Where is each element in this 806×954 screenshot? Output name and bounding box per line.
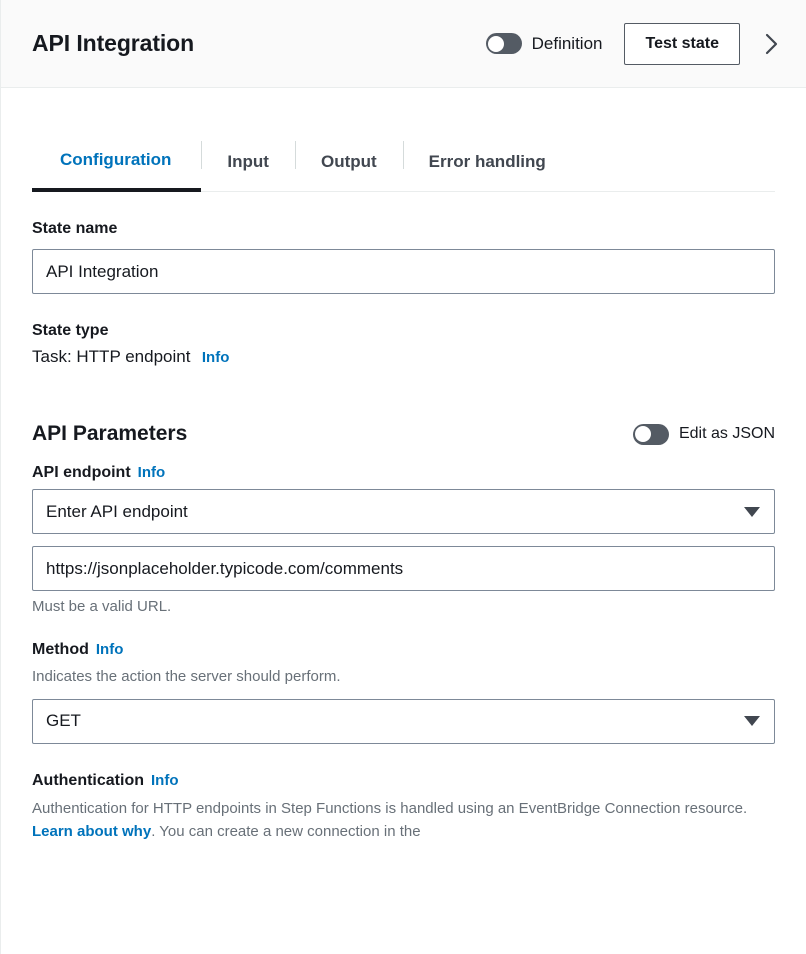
state-type-info-link[interactable]: Info bbox=[202, 349, 230, 366]
panel-body: Configuration Input Output Error handlin… bbox=[1, 132, 806, 843]
api-endpoint-field: API endpoint Info Enter API endpoint bbox=[32, 464, 775, 534]
definition-toggle-knob bbox=[488, 35, 505, 52]
authentication-description: Authentication for HTTP endpoints in Ste… bbox=[32, 797, 775, 844]
state-name-input[interactable] bbox=[32, 249, 775, 294]
authentication-label-row: Authentication Info bbox=[32, 772, 775, 790]
method-select[interactable]: GET bbox=[32, 698, 775, 744]
panel-header: API Integration Definition Test state bbox=[1, 0, 806, 88]
method-label-row: Method Info bbox=[32, 641, 775, 659]
api-endpoint-label-row: API endpoint Info bbox=[32, 464, 775, 482]
tab-configuration[interactable]: Configuration bbox=[32, 132, 202, 192]
authentication-info-link[interactable]: Info bbox=[151, 772, 179, 789]
learn-about-why-link[interactable]: Learn about why bbox=[32, 823, 151, 840]
api-parameters-header: API Parameters Edit as JSON bbox=[32, 422, 775, 446]
state-details-panel: API Integration Definition Test state Co… bbox=[0, 0, 806, 954]
authentication-label: Authentication bbox=[32, 771, 144, 789]
method-select-value: GET bbox=[46, 711, 81, 731]
edit-as-json-toggle[interactable] bbox=[632, 423, 669, 445]
api-endpoint-url-input[interactable] bbox=[32, 546, 775, 591]
state-name-field: State name bbox=[32, 220, 775, 294]
api-endpoint-select[interactable]: Enter API endpoint bbox=[32, 489, 775, 534]
state-type-value: Task: HTTP endpoint bbox=[32, 347, 191, 366]
state-type-field: State type Task: HTTP endpoint Info bbox=[32, 322, 775, 367]
api-endpoint-url-hint: Must be a valid URL. bbox=[32, 598, 172, 615]
api-parameters-title: API Parameters bbox=[32, 422, 188, 445]
api-endpoint-url-field: Must be a valid URL. bbox=[32, 546, 775, 615]
edit-as-json-toggle-knob bbox=[635, 426, 652, 442]
definition-toggle-label: Definition bbox=[531, 33, 603, 53]
state-type-value-row: Task: HTTP endpoint Info bbox=[32, 347, 775, 367]
method-field: Method Info Indicates the action the serv… bbox=[32, 641, 775, 744]
tab-input[interactable]: Input bbox=[201, 132, 295, 191]
definition-toggle-group: Definition bbox=[485, 33, 603, 54]
tab-bar: Configuration Input Output Error handlin… bbox=[32, 132, 775, 192]
method-label: Method bbox=[32, 641, 89, 658]
method-info-link[interactable]: Info bbox=[96, 641, 124, 658]
api-endpoint-select-value: Enter API endpoint bbox=[46, 501, 188, 521]
method-select-wrap: GET bbox=[32, 698, 775, 744]
tab-output[interactable]: Output bbox=[294, 132, 403, 191]
api-endpoint-info-link[interactable]: Info bbox=[138, 464, 166, 481]
page-title: API Integration bbox=[32, 30, 195, 56]
api-endpoint-select-wrap: Enter API endpoint bbox=[32, 489, 775, 534]
authentication-description-part2: . You can create a new connection in the bbox=[151, 823, 421, 840]
edit-as-json-toggle-group: Edit as JSON bbox=[632, 423, 775, 445]
state-type-label: State type bbox=[32, 322, 109, 339]
method-description: Indicates the action the server should p… bbox=[32, 668, 341, 685]
tab-error-handling[interactable]: Error handling bbox=[402, 132, 572, 191]
api-endpoint-label: API endpoint bbox=[32, 464, 131, 481]
authentication-description-part1: Authentication for HTTP endpoints in Ste… bbox=[32, 799, 748, 817]
authentication-field: Authentication Info Authentication for HT… bbox=[32, 772, 775, 844]
edit-as-json-label: Edit as JSON bbox=[678, 425, 775, 442]
chevron-right-icon[interactable] bbox=[754, 27, 788, 61]
definition-toggle[interactable] bbox=[485, 33, 522, 54]
test-state-button[interactable]: Test state bbox=[624, 22, 740, 65]
state-name-label: State name bbox=[32, 220, 118, 237]
